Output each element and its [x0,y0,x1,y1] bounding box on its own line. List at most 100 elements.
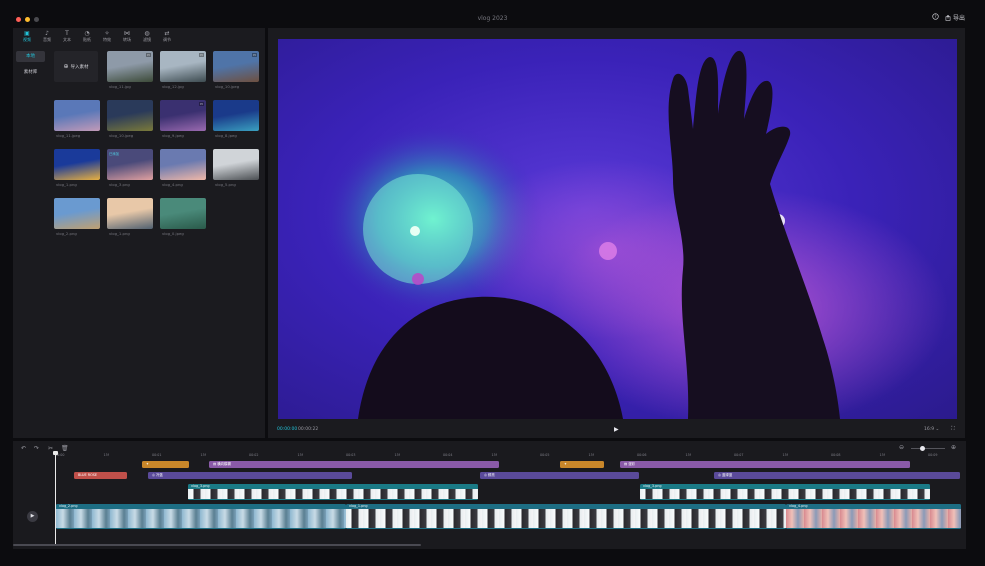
ruler-tick: 15f [685,453,691,457]
ruler-tick: 00:09 [928,453,938,457]
video-clip[interactable]: vlog_3.png [188,484,478,500]
media-thumbnail[interactable] [54,100,100,131]
filter-icon: ◍ [144,29,150,37]
media-thumbnail[interactable]: ▭ [160,51,206,82]
media-filename: vlog_10.jpeg [215,84,240,89]
media-filename: vlog_0.jpeg [162,231,184,236]
badge-icon: ▭ [145,53,151,57]
tool-filter[interactable]: ◍ 滤镜 [137,28,157,44]
tool-media[interactable]: ▣ 视频 [17,28,37,44]
undo-icon[interactable]: ↶ [21,445,26,452]
timeline-clip[interactable]: ✦ [142,461,189,468]
window-title: vlog 2023 [477,15,508,22]
media-panel: ▣ 视频 ♪ 音频 T 文本 ◔ 贴纸 ✧ 特效 ⋈ 转场 ◍ 滤镜 ⇄ 调节 本地 素材库 ⊕ 导入素材 ▭… [13,28,265,438]
media-thumbnail[interactable] [213,149,259,180]
text-icon: T [65,29,69,37]
media-filename: vlog_9.jpeg [162,133,184,138]
media-thumbnail[interactable] [160,198,206,229]
total-time: 00:00:22 [298,427,319,432]
media-thumbnail[interactable] [107,100,153,131]
ruler-tick: 15f [200,453,206,457]
ruler-tick: 00:02 [249,453,259,457]
media-thumbnail[interactable]: ▭ [213,51,259,82]
media-filename: vlog_5.png [215,182,236,187]
media-toolbar: ▣ 视频 ♪ 音频 T 文本 ◔ 贴纸 ✧ 特效 ⋈ 转场 ◍ 滤镜 ⇄ 调节 [13,28,265,44]
timeline-clip[interactable]: ◎ 蓝绿蓝 [714,472,960,479]
clip-filmstrip [56,509,346,528]
media-filename: vlog_8.jpeg [215,133,237,138]
media-filename: vlog_3.png [109,182,130,187]
sidebar-item-local[interactable]: 本地 [16,51,45,62]
ruler-tick: 15f [782,453,788,457]
zoom-slider[interactable] [911,446,945,451]
tool-label: 转场 [123,36,131,42]
video-clip[interactable]: vlog_1.png [346,504,786,529]
svg-text:?: ? [934,14,936,19]
tool-effects[interactable]: ✧ 特效 [97,28,117,44]
media-filename: vlog_1.png [109,231,130,236]
media-filename: vlog_11.jpeg [56,133,81,138]
video-clip[interactable]: vlog_4.png [786,504,961,529]
media-filename: vlog_4.png [162,182,183,187]
ruler-tick: 00:05 [540,453,550,457]
media-thumbnail[interactable] [213,100,259,131]
tool-sticker[interactable]: ◔ 贴纸 [77,28,97,44]
media-thumbnail[interactable]: ▭ [160,100,206,131]
import-media-button[interactable]: ⊕ 导入素材 [54,51,98,82]
plus-icon: ⊕ [63,63,69,70]
tool-label: 特效 [103,36,111,42]
sidebar-item-library[interactable]: 素材库 [16,67,45,78]
media-icon: ▣ [24,29,30,37]
timeline-clip[interactable]: ◎ 鲜亮 [480,472,639,479]
export-button[interactable]: 导出 [945,13,965,22]
timeline-clip[interactable]: ✦ [560,461,604,468]
play-icon[interactable]: ▶ [614,426,619,433]
tool-label: 贴纸 [83,36,91,42]
ruler-tick: 00:04 [443,453,453,457]
media-grid: ⊕ 导入素材 ▭ vlog_11.jpg ▭ vlog_12.jpg ▭ vlog_10.… [51,46,263,438]
timeline-scrollbar[interactable] [13,544,421,546]
question-icon[interactable]: ? [932,13,939,20]
tool-audio[interactable]: ♪ 音频 [37,28,57,44]
media-thumbnail[interactable]: ▭ [107,51,153,82]
timeline-clip[interactable]: ▤ 横向模糊 [209,461,499,468]
import-label: 导入素材 [70,64,89,70]
media-thumbnail[interactable] [107,198,153,229]
timeline-clip[interactable]: BLUE ROSE [74,472,127,479]
zoom-out-icon[interactable]: ⊖ [899,444,904,451]
badge-icon: ▭ [251,53,257,57]
preview-controls: 00:00:00 00:00:22 ▶ 16:9 ⌄ ⛶ [268,424,965,436]
video-clip[interactable]: vlog_3.png [640,484,930,500]
aspect-ratio-select[interactable]: 16:9 ⌄ [924,427,939,432]
timeline-clip[interactable]: ◎ 冷蓝 [148,472,352,479]
delete-icon[interactable]: 🗑 [61,445,69,452]
tool-transition[interactable]: ⋈ 转场 [117,28,137,44]
media-filename: vlog_1.png [56,182,77,187]
tool-label: 文本 [63,36,71,42]
preview-video[interactable] [278,39,957,419]
tool-text[interactable]: T 文本 [57,28,77,44]
title-bar: vlog 2023 ? 导出 [0,10,985,30]
media-thumbnail[interactable] [54,149,100,180]
media-filename: vlog_12.jpg [162,84,184,89]
track-play-icon[interactable]: ▶ [27,511,38,522]
timeline-ruler: 00:00 15f 00:01 15f 00:02 15f 00:03 15f 00:04 15f… [55,453,960,461]
badge-icon: ▭ [198,53,204,57]
zoom-slider-knob[interactable] [920,446,926,451]
timeline-clip[interactable]: ▤ 漫彩 [620,461,910,468]
clip-filmstrip [188,489,478,499]
fullscreen-icon[interactable]: ⛶ [951,426,955,433]
ruler-tick: 15f [394,453,400,457]
media-sidebar: 本地 素材库 [13,46,49,438]
playhead[interactable] [53,451,58,544]
media-thumbnail[interactable] [54,198,100,229]
zoom-in-icon[interactable]: ⊕ [951,444,956,451]
ruler-tick: 15f [491,453,497,457]
media-thumbnail[interactable]: 已添加 [107,149,153,180]
tool-label: 视频 [23,36,31,42]
tool-adjust[interactable]: ⇄ 调节 [157,28,177,44]
redo-icon[interactable]: ↷ [34,445,39,452]
media-thumbnail[interactable] [160,149,206,180]
video-clip[interactable]: vlog_2.png [56,504,346,529]
adjust-icon: ⇄ [164,29,170,37]
